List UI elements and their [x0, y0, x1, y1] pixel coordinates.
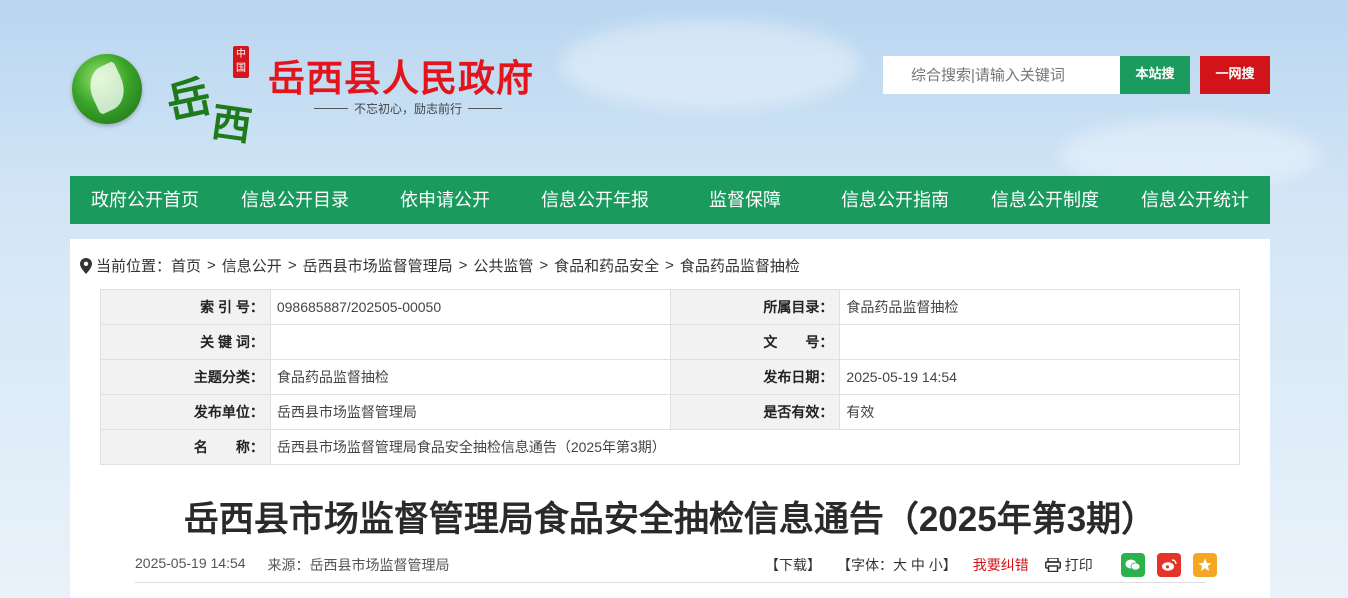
print-button[interactable]: 打印	[1044, 555, 1093, 575]
slogan-divider	[468, 108, 503, 109]
article-meta: 2025-05-19 14:54 来源：岳西县市场监督管理局	[135, 555, 472, 575]
meta-label: 文 号：	[669, 324, 841, 360]
calligraphy-char: 西	[208, 98, 255, 151]
breadcrumb-info-open[interactable]: 信息公开	[222, 255, 282, 276]
slogan-divider	[314, 108, 348, 109]
printer-icon	[1044, 558, 1061, 572]
nav-item-apply[interactable]: 依申请公开	[370, 176, 520, 224]
nav-item-home[interactable]: 政府公开首页	[70, 176, 220, 224]
breadcrumb-separator: >	[665, 257, 674, 274]
breadcrumb: 当前位置： 首页 > 信息公开 > 岳西县市场监督管理局 > 公共监管 > 食品…	[80, 255, 800, 276]
location-pin-icon	[80, 257, 92, 274]
meta-value	[269, 324, 671, 360]
wechat-icon[interactable]	[1120, 553, 1145, 577]
table-row: 发布单位： 岳西县市场监督管理局 是否有效： 有效	[100, 394, 1240, 430]
slogan-text: 不忘初心，励志前行	[354, 102, 463, 116]
nav-item-statistics[interactable]: 信息公开统计	[1120, 176, 1270, 224]
meta-value: 有效	[839, 394, 1240, 430]
calligraphy-char: 岳	[162, 70, 216, 130]
nav-item-guide[interactable]: 信息公开指南	[820, 176, 970, 224]
breadcrumb-prefix: 当前位置：	[96, 258, 172, 275]
nav-item-catalog[interactable]: 信息公开目录	[220, 176, 370, 224]
content-panel: 当前位置： 首页 > 信息公开 > 岳西县市场监督管理局 > 公共监管 > 食品…	[70, 239, 1270, 598]
article-title: 岳西县市场监督管理局食品安全抽检信息通告（2025年第3期）	[183, 500, 1157, 539]
site-search-button[interactable]: 本站搜	[1120, 56, 1190, 94]
meta-label: 名 称：	[100, 429, 271, 465]
search-input[interactable]	[883, 56, 1120, 94]
global-search-button[interactable]: 一网搜	[1200, 56, 1270, 94]
font-size-control[interactable]: 【字体：大 中 小】	[837, 555, 957, 575]
meta-value: 2025-05-19 14:54	[839, 359, 1240, 395]
meta-divider	[135, 582, 1205, 583]
table-row: 索 引 号： 098685887/202505-00050 所属目录： 食品药品…	[100, 289, 1240, 325]
meta-value: 岳西县市场监督管理局食品安全抽检信息通告（2025年第3期）	[269, 429, 1241, 465]
meta-label: 索 引 号：	[100, 289, 271, 325]
site-title: 岳西县人民政府	[268, 58, 534, 99]
article-tools: 【下载】 【字体：大 中 小】 我要纠错 打印	[765, 549, 1217, 581]
meta-value: 岳西县市场监督管理局	[269, 394, 671, 430]
nav-item-supervision[interactable]: 监督保障	[670, 176, 820, 224]
background-cloud	[560, 20, 860, 110]
meta-value: 098685887/202505-00050	[269, 289, 671, 325]
table-row: 主题分类： 食品药品监督抽检 发布日期： 2025-05-19 14:54	[100, 359, 1240, 395]
article-source: 来源：岳西县市场监督管理局	[267, 557, 450, 573]
slogan: 不忘初心，励志前行	[314, 100, 503, 117]
download-link[interactable]: 【下载】	[765, 555, 821, 575]
weibo-icon[interactable]	[1156, 553, 1181, 577]
breadcrumb-bureau[interactable]: 岳西县市场监督管理局	[303, 255, 453, 276]
meta-value: 食品药品监督抽检	[839, 289, 1240, 325]
meta-label: 发布日期：	[669, 359, 841, 395]
correction-link[interactable]: 我要纠错	[973, 555, 1029, 575]
table-row: 名 称： 岳西县市场监督管理局食品安全抽检信息通告（2025年第3期）	[100, 429, 1241, 465]
breadcrumb-home[interactable]: 首页	[171, 255, 201, 276]
meta-label: 所属目录：	[669, 289, 841, 325]
meta-value: 食品药品监督抽检	[269, 359, 671, 395]
article-date: 2025-05-19 14:54	[135, 555, 246, 571]
china-seal: 中国	[233, 46, 249, 78]
calligraphy-logo: 岳 西	[160, 52, 270, 151]
breadcrumb-public-supervision[interactable]: 公共监管	[473, 255, 533, 276]
meta-label: 主题分类：	[100, 359, 271, 395]
nav-item-system[interactable]: 信息公开制度	[970, 176, 1120, 224]
table-row: 关 键 词： 文 号：	[100, 324, 1240, 360]
breadcrumb-separator: >	[207, 257, 216, 274]
breadcrumb-separator: >	[539, 257, 549, 274]
document-meta-table: 索 引 号： 098685887/202505-00050 所属目录： 食品药品…	[100, 289, 1241, 465]
favorite-icon[interactable]	[1192, 553, 1217, 577]
breadcrumb-separator: >	[458, 257, 468, 274]
meta-value	[839, 324, 1240, 360]
breadcrumb-sampling[interactable]: 食品药品监督抽检	[680, 255, 800, 276]
meta-label: 发布单位：	[100, 394, 271, 430]
print-label: 打印	[1064, 557, 1093, 573]
meta-label: 是否有效：	[669, 394, 841, 430]
breadcrumb-separator: >	[287, 257, 297, 274]
main-nav: 政府公开首页 信息公开目录 依申请公开 信息公开年报 监督保障 信息公开指南 信…	[70, 176, 1270, 224]
nav-item-annual-report[interactable]: 信息公开年报	[520, 176, 670, 224]
breadcrumb-food-drug-safety[interactable]: 食品和药品安全	[554, 255, 659, 276]
meta-label: 关 键 词：	[100, 324, 271, 360]
